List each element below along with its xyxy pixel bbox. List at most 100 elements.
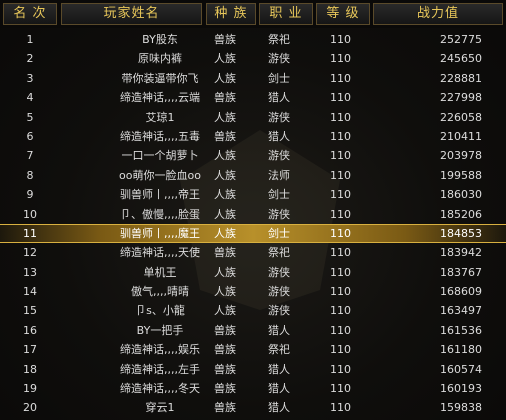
- table-row[interactable]: 16 BY一把手 兽族 猎人 110 161536: [0, 321, 506, 340]
- race-cell: 兽族: [214, 362, 236, 376]
- table-row[interactable]: 8 oo萌你一脸血oo 人族 法师 110 199588: [0, 166, 506, 185]
- race-cell: 人族: [214, 304, 236, 318]
- job-cell: 剑士: [268, 188, 290, 202]
- table-row[interactable]: 1 BY股东 兽族 祭祀 110 252775: [0, 30, 506, 49]
- race-cell: 人族: [214, 285, 236, 299]
- table-row[interactable]: 15 卩s、小龍 人族 游侠 110 163497: [0, 301, 506, 320]
- race-cell: 人族: [214, 149, 236, 163]
- job-cell: 猎人: [268, 91, 290, 105]
- power-cell: 183767: [440, 265, 482, 279]
- power-cell: 159838: [440, 401, 482, 415]
- rank-cell: 16: [23, 323, 37, 337]
- power-cell: 184853: [440, 226, 482, 240]
- rank-cell: 7: [26, 149, 34, 163]
- table-row[interactable]: 4 缔造神话,,,,云端 兽族 猎人 110 227998: [0, 88, 506, 107]
- power-cell: 183942: [440, 246, 482, 260]
- header-rank[interactable]: 名 次: [3, 3, 57, 25]
- table-row[interactable]: 3 带你装逼带你飞 人族 剑士 110 228881: [0, 69, 506, 88]
- job-cell: 游侠: [268, 110, 290, 124]
- job-cell: 祭祀: [268, 33, 290, 46]
- rank-cell: 4: [26, 91, 34, 105]
- race-cell: 兽族: [214, 91, 236, 105]
- race-cell: 兽族: [214, 382, 236, 396]
- rank-cell: 12: [23, 246, 37, 260]
- job-cell: 猎人: [268, 362, 290, 376]
- job-cell: 游侠: [268, 285, 290, 299]
- table-row[interactable]: 10 卩、傲慢,,,,脸蛋 人族 游侠 110 185206: [0, 205, 506, 224]
- table-row[interactable]: 17 缔造神话,,,,娱乐 兽族 祭祀 110 161180: [0, 340, 506, 359]
- power-cell: 210411: [440, 129, 482, 143]
- race-cell: 人族: [214, 52, 236, 66]
- power-cell: 168609: [440, 285, 482, 299]
- header-level[interactable]: 等 级: [316, 3, 370, 25]
- job-cell: 剑士: [268, 226, 290, 240]
- header-race[interactable]: 种 族: [206, 3, 256, 25]
- job-cell: 游侠: [268, 207, 290, 221]
- ranking-panel: 名 次 玩家姓名 种 族 职 业 等 级 战力值 1 BY股东 兽族 祭祀 110 252…: [0, 0, 506, 420]
- table-row[interactable]: 7 一口一个胡萝卜 人族 游侠 110 203978: [0, 146, 506, 165]
- rank-cell: 14: [23, 285, 37, 299]
- ranking-list: 1 BY股东 兽族 祭祀 110 252775 2 原味内裤 人族 游侠 110 245650 3 带你装…: [0, 30, 506, 418]
- header-name[interactable]: 玩家姓名: [61, 3, 202, 25]
- race-cell: 人族: [214, 110, 236, 124]
- race-cell: 人族: [214, 188, 236, 202]
- table-row[interactable]: 2 原味内裤 人族 游侠 110 245650: [0, 49, 506, 68]
- power-cell: 226058: [440, 110, 482, 124]
- rank-cell: 9: [26, 188, 34, 202]
- table-row[interactable]: 12 缔造神话,,,,天使 兽族 祭祀 110 183942: [0, 243, 506, 262]
- power-cell: 185206: [440, 207, 482, 221]
- race-cell: 兽族: [214, 129, 236, 143]
- rank-cell: 15: [23, 304, 37, 318]
- rank-cell: 18: [23, 362, 37, 376]
- race-cell: 人族: [214, 265, 236, 279]
- job-cell: 游侠: [268, 304, 290, 318]
- job-cell: 祭祀: [268, 246, 290, 260]
- race-cell: 兽族: [214, 33, 236, 46]
- table-row[interactable]: 18 缔造神话,,,,左手 兽族 猎人 110 160574: [0, 360, 506, 379]
- table-row[interactable]: 11 驯兽师丨,,,,魔王 人族 剑士 110 184853: [0, 223, 506, 244]
- rank-cell: 5: [26, 110, 34, 124]
- rank-cell: 19: [23, 382, 37, 396]
- table-row[interactable]: 5 艾琼1 人族 游侠 110 226058: [0, 108, 506, 127]
- header-power[interactable]: 战力值: [373, 3, 503, 25]
- rank-cell: 8: [26, 168, 34, 182]
- job-cell: 游侠: [268, 52, 290, 66]
- rank-cell: 11: [23, 226, 37, 240]
- job-cell: 剑士: [268, 71, 290, 85]
- race-cell: 兽族: [214, 343, 236, 357]
- power-cell: 163497: [440, 304, 482, 318]
- power-cell: 186030: [440, 188, 482, 202]
- job-cell: 猎人: [268, 382, 290, 396]
- power-cell: 160193: [440, 382, 482, 396]
- power-cell: 199588: [440, 168, 482, 182]
- table-row[interactable]: 13 单机王 人族 游侠 110 183767: [0, 263, 506, 282]
- job-cell: 猎人: [268, 323, 290, 337]
- race-cell: 人族: [214, 207, 236, 221]
- header-job[interactable]: 职 业: [259, 3, 313, 25]
- rank-cell: 17: [23, 343, 37, 357]
- power-cell: 161536: [440, 323, 482, 337]
- table-row[interactable]: 20 穿云1 兽族 猎人 110 159838: [0, 398, 506, 417]
- job-cell: 祭祀: [268, 343, 290, 357]
- power-cell: 160574: [440, 362, 482, 376]
- race-cell: 兽族: [214, 323, 236, 337]
- rank-cell: 10: [23, 207, 37, 221]
- race-cell: 人族: [214, 71, 236, 85]
- power-cell: 252775: [440, 33, 482, 46]
- job-cell: 猎人: [268, 401, 290, 415]
- table-row[interactable]: 14 傲气,,,,晴晴 人族 游侠 110 168609: [0, 282, 506, 301]
- race-cell: 兽族: [214, 246, 236, 260]
- power-cell: 228881: [440, 71, 482, 85]
- rank-cell: 1: [26, 33, 34, 46]
- power-cell: 227998: [440, 91, 482, 105]
- rank-cell: 3: [26, 71, 34, 85]
- table-row[interactable]: 6 缔造神话,,,,五毒 兽族 猎人 110 210411: [0, 127, 506, 146]
- power-cell: 245650: [440, 52, 482, 66]
- power-cell: 161180: [440, 343, 482, 357]
- table-row[interactable]: 19 缔造神话,,,,冬天 兽族 猎人 110 160193: [0, 379, 506, 398]
- rank-cell: 20: [23, 401, 37, 415]
- table-header: 名 次 玩家姓名 种 族 职 业 等 级 战力值: [0, 0, 506, 28]
- rank-cell: 2: [26, 52, 34, 66]
- power-cell: 203978: [440, 149, 482, 163]
- table-row[interactable]: 9 驯兽师丨,,,,帝王 人族 剑士 110 186030: [0, 185, 506, 204]
